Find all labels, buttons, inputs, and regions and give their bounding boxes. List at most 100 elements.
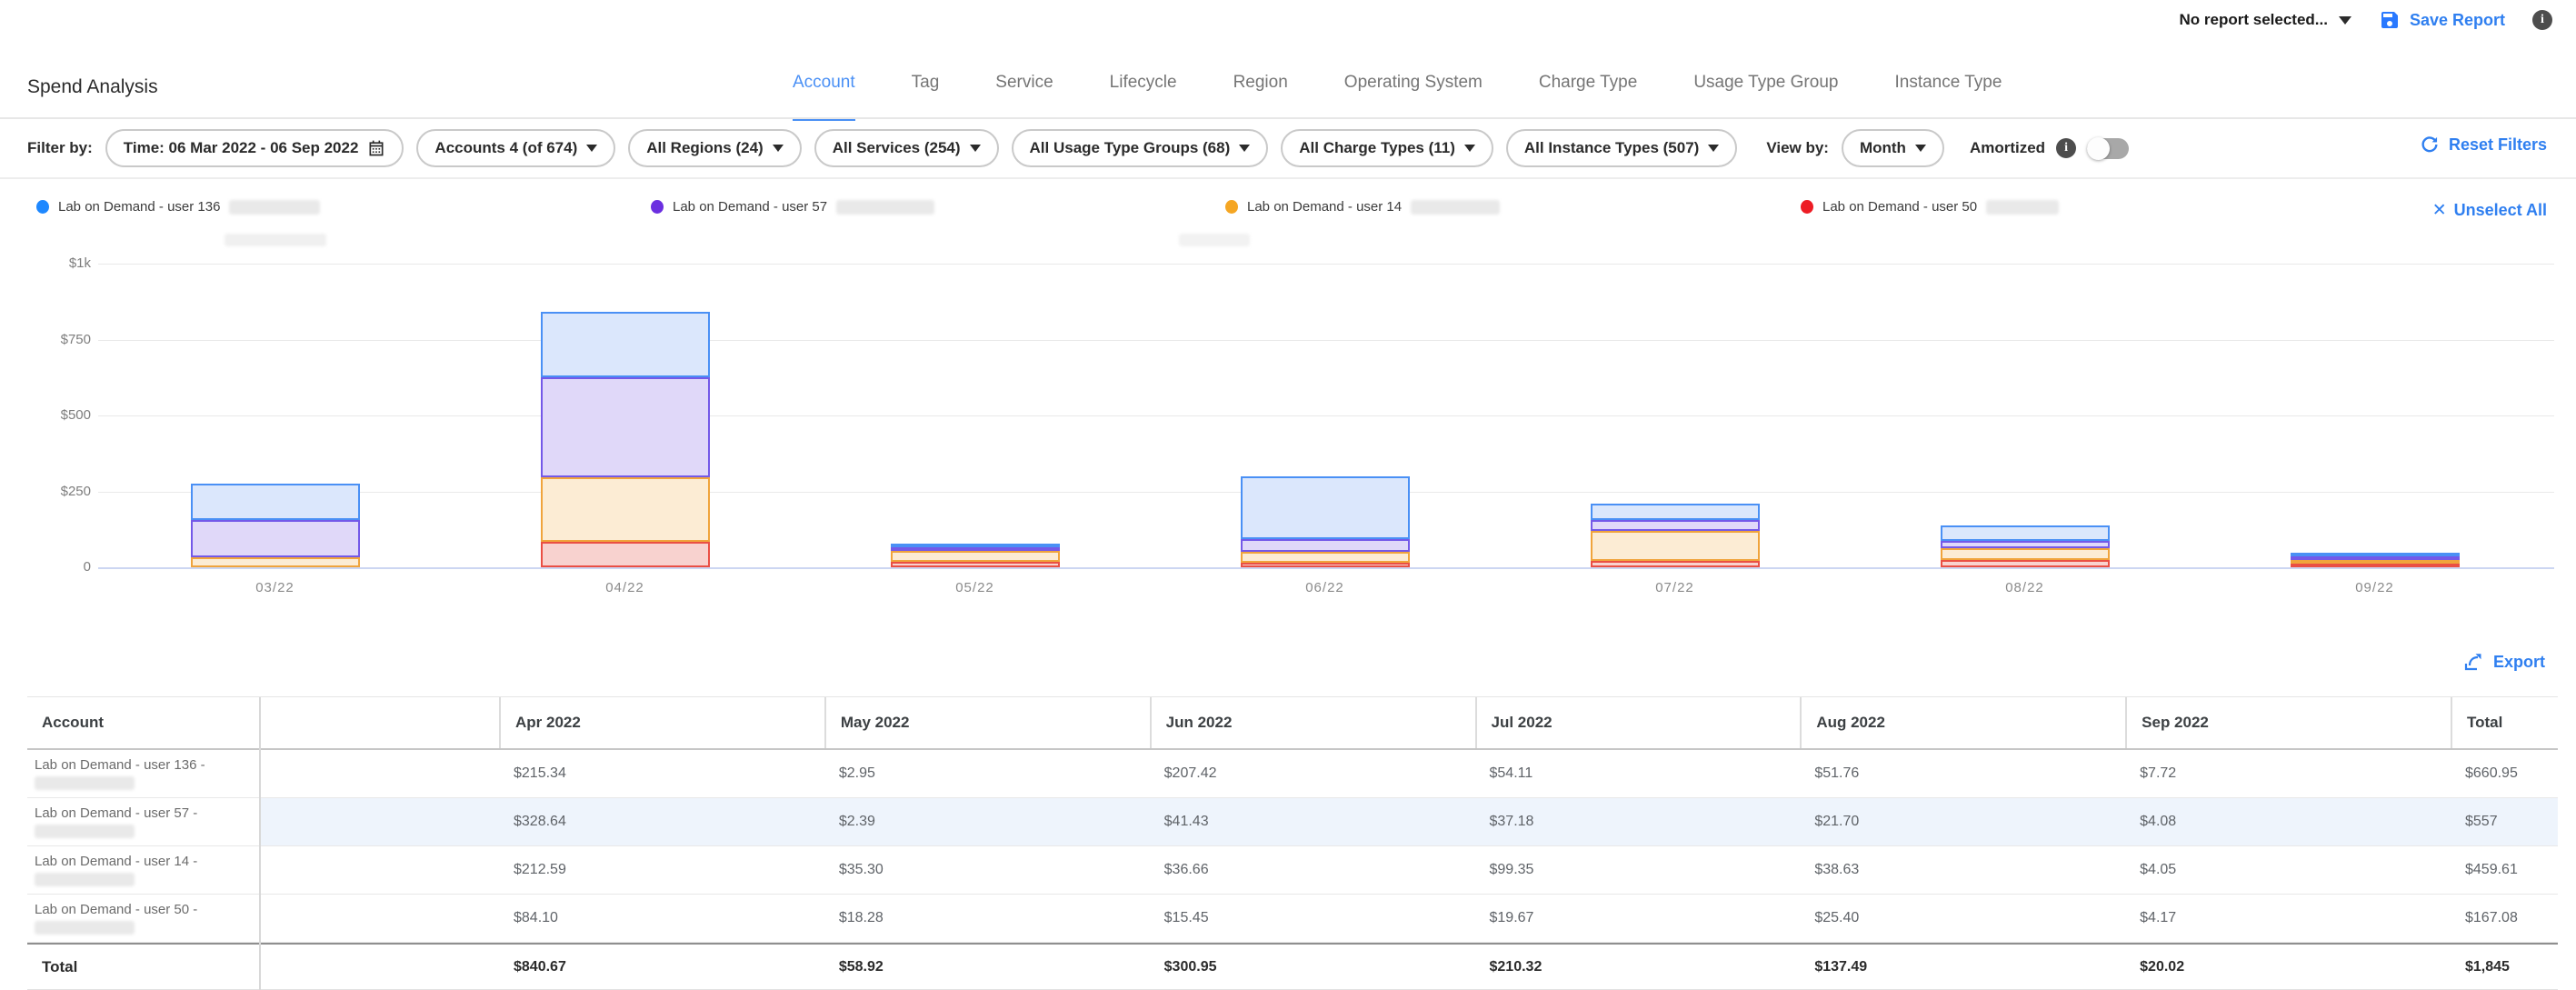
account-name: Lab on Demand - user 57 - bbox=[35, 805, 197, 821]
tab-operating-system[interactable]: Operating System bbox=[1344, 73, 1483, 121]
legend-item[interactable]: Lab on Demand - user 14 bbox=[1225, 199, 1500, 215]
close-icon: ✕ bbox=[2432, 202, 2447, 219]
bar-segment-lab-on-demand-user-14[interactable] bbox=[1241, 552, 1410, 563]
amortized-toggle[interactable] bbox=[2087, 138, 2129, 159]
bar-segment-lab-on-demand-user-57[interactable] bbox=[1241, 539, 1410, 552]
report-selector-label: No report selected... bbox=[2180, 11, 2328, 29]
tab-usage-type-group[interactable]: Usage Type Group bbox=[1693, 73, 1838, 121]
stacked-bar-03-22 bbox=[191, 484, 360, 567]
bar-segment-lab-on-demand-user-136[interactable] bbox=[1591, 504, 1760, 520]
page-title: Spend Analysis bbox=[27, 76, 158, 98]
tab-lifecycle[interactable]: Lifecycle bbox=[1110, 73, 1177, 121]
bar-segment-lab-on-demand-user-50[interactable] bbox=[1941, 560, 2110, 567]
amortized-label: Amortized bbox=[1970, 139, 2045, 157]
export-icon bbox=[2462, 651, 2484, 673]
export-label: Export bbox=[2493, 653, 2545, 672]
value-cell: $207.42 bbox=[1150, 750, 1475, 797]
bar-segment-lab-on-demand-user-50[interactable] bbox=[1241, 563, 1410, 567]
chart-gridline bbox=[98, 567, 2554, 569]
table-header-cell: May 2022 bbox=[824, 697, 1150, 748]
filter-pill-all-usage-type-groups-68-[interactable]: All Usage Type Groups (68) bbox=[1012, 129, 1269, 167]
value-cell: $18.28 bbox=[824, 895, 1150, 942]
filter-pill-all-services-254-[interactable]: All Services (254) bbox=[814, 129, 999, 167]
table-header-cell: Total bbox=[2451, 697, 2558, 748]
reset-filters-button[interactable]: Reset Filters bbox=[2420, 135, 2547, 155]
chart-gridline bbox=[98, 264, 2554, 265]
save-report-label: Save Report bbox=[2410, 11, 2505, 30]
report-selector-dropdown[interactable]: No report selected... bbox=[2180, 11, 2351, 29]
account-cell: Lab on Demand - user 14 - bbox=[27, 846, 259, 894]
table-header-cell: Aug 2022 bbox=[1800, 697, 2125, 748]
filter-pill-time-06-mar-2022-06-sep-2022[interactable]: Time: 06 Mar 2022 - 06 Sep 2022 bbox=[105, 129, 404, 167]
bar-segment-lab-on-demand-user-14[interactable] bbox=[191, 557, 360, 567]
bar-segment-lab-on-demand-user-14[interactable] bbox=[1941, 548, 2110, 560]
reset-filters-label: Reset Filters bbox=[2449, 135, 2547, 155]
filter-pill-all-regions-24-[interactable]: All Regions (24) bbox=[628, 129, 801, 167]
amortized-group: Amortized i bbox=[1970, 138, 2129, 159]
bar-segment-lab-on-demand-user-57[interactable] bbox=[191, 520, 360, 557]
filter-pill-all-instance-types-507-[interactable]: All Instance Types (507) bbox=[1506, 129, 1737, 167]
bar-segment-lab-on-demand-user-57[interactable] bbox=[1941, 541, 2110, 547]
filter-pill-accounts-4-of-674-[interactable]: Accounts 4 (of 674) bbox=[416, 129, 615, 167]
unselect-all-button[interactable]: ✕ Unselect All bbox=[2432, 201, 2547, 220]
bar-segment-lab-on-demand-user-14[interactable] bbox=[1591, 531, 1760, 561]
filter-divider bbox=[0, 177, 2576, 179]
tab-tag[interactable]: Tag bbox=[912, 73, 940, 121]
value-cell: $7.72 bbox=[2125, 750, 2451, 797]
bar-segment-lab-on-demand-user-57[interactable] bbox=[541, 377, 710, 477]
bar-segment-lab-on-demand-user-136[interactable] bbox=[1241, 476, 1410, 539]
bar-segment-lab-on-demand-user-50[interactable] bbox=[541, 542, 710, 567]
tab-region[interactable]: Region bbox=[1233, 73, 1288, 121]
redacted-text bbox=[1986, 200, 2059, 215]
legend-item[interactable]: Lab on Demand - user 136 bbox=[36, 199, 320, 215]
x-axis-tick-label: 09/22 bbox=[2200, 580, 2550, 595]
bar-segment-lab-on-demand-user-14[interactable] bbox=[891, 551, 1060, 562]
bar-segment-lab-on-demand-user-50[interactable] bbox=[2291, 564, 2460, 567]
tab-charge-type[interactable]: Charge Type bbox=[1539, 73, 1637, 121]
bar-segment-lab-on-demand-user-14[interactable] bbox=[541, 477, 710, 542]
bar-segment-lab-on-demand-user-136[interactable] bbox=[1941, 525, 2110, 541]
value-cell: $25.40 bbox=[1800, 895, 2125, 942]
redacted-text bbox=[35, 921, 135, 935]
redacted-text bbox=[35, 776, 135, 790]
unselect-all-label: Unselect All bbox=[2454, 201, 2547, 220]
bar-segment-lab-on-demand-user-50[interactable] bbox=[1591, 561, 1760, 567]
spacer-cell bbox=[259, 798, 499, 845]
view-by-value: Month bbox=[1860, 139, 1906, 157]
redacted-text bbox=[35, 873, 135, 886]
info-icon[interactable]: i bbox=[2532, 10, 2552, 30]
tab-instance-type[interactable]: Instance Type bbox=[1894, 73, 2002, 121]
tab-service[interactable]: Service bbox=[995, 73, 1053, 121]
legend-dot bbox=[651, 200, 664, 214]
table-header-cell: Jul 2022 bbox=[1475, 697, 1801, 748]
account-cell: Lab on Demand - user 57 - bbox=[27, 798, 259, 845]
filter-pill-all-charge-types-11-[interactable]: All Charge Types (11) bbox=[1281, 129, 1493, 167]
legend-item[interactable]: Lab on Demand - user 57 bbox=[651, 199, 934, 215]
stacked-bar-09-22 bbox=[2291, 553, 2460, 567]
value-cell: $137.49 bbox=[1800, 945, 2125, 989]
save-icon bbox=[2379, 9, 2401, 31]
export-button[interactable]: Export bbox=[2462, 651, 2545, 673]
table-header-cell: Apr 2022 bbox=[499, 697, 824, 748]
tab-account[interactable]: Account bbox=[793, 73, 855, 121]
value-cell: $21.70 bbox=[1800, 798, 2125, 845]
filter-pills: Time: 06 Mar 2022 - 06 Sep 2022 Accounts … bbox=[105, 129, 1738, 167]
filter-pill-label: All Usage Type Groups (68) bbox=[1030, 139, 1231, 157]
account-name: Lab on Demand - user 14 - bbox=[35, 854, 197, 869]
legend-dot bbox=[1225, 200, 1238, 214]
redacted-text bbox=[229, 200, 320, 215]
table-header-row: AccountApr 2022May 2022Jun 2022Jul 2022A… bbox=[27, 697, 2558, 750]
legend-item[interactable]: Lab on Demand - user 50 bbox=[1801, 199, 2059, 215]
bar-segment-lab-on-demand-user-136[interactable] bbox=[541, 312, 710, 377]
value-cell: $41.43 bbox=[1150, 798, 1475, 845]
value-cell: $58.92 bbox=[824, 945, 1150, 989]
info-icon[interactable]: i bbox=[2056, 138, 2076, 158]
bar-segment-lab-on-demand-user-57[interactable] bbox=[1591, 520, 1760, 531]
bar-segment-lab-on-demand-user-136[interactable] bbox=[191, 484, 360, 521]
value-cell: $54.11 bbox=[1475, 750, 1801, 797]
bar-segment-lab-on-demand-user-50[interactable] bbox=[891, 562, 1060, 567]
redacted-text bbox=[1179, 234, 1250, 246]
topbar: No report selected... Save Report i bbox=[2180, 9, 2552, 31]
view-by-dropdown[interactable]: Month bbox=[1842, 129, 1944, 167]
save-report-button[interactable]: Save Report bbox=[2379, 9, 2505, 31]
